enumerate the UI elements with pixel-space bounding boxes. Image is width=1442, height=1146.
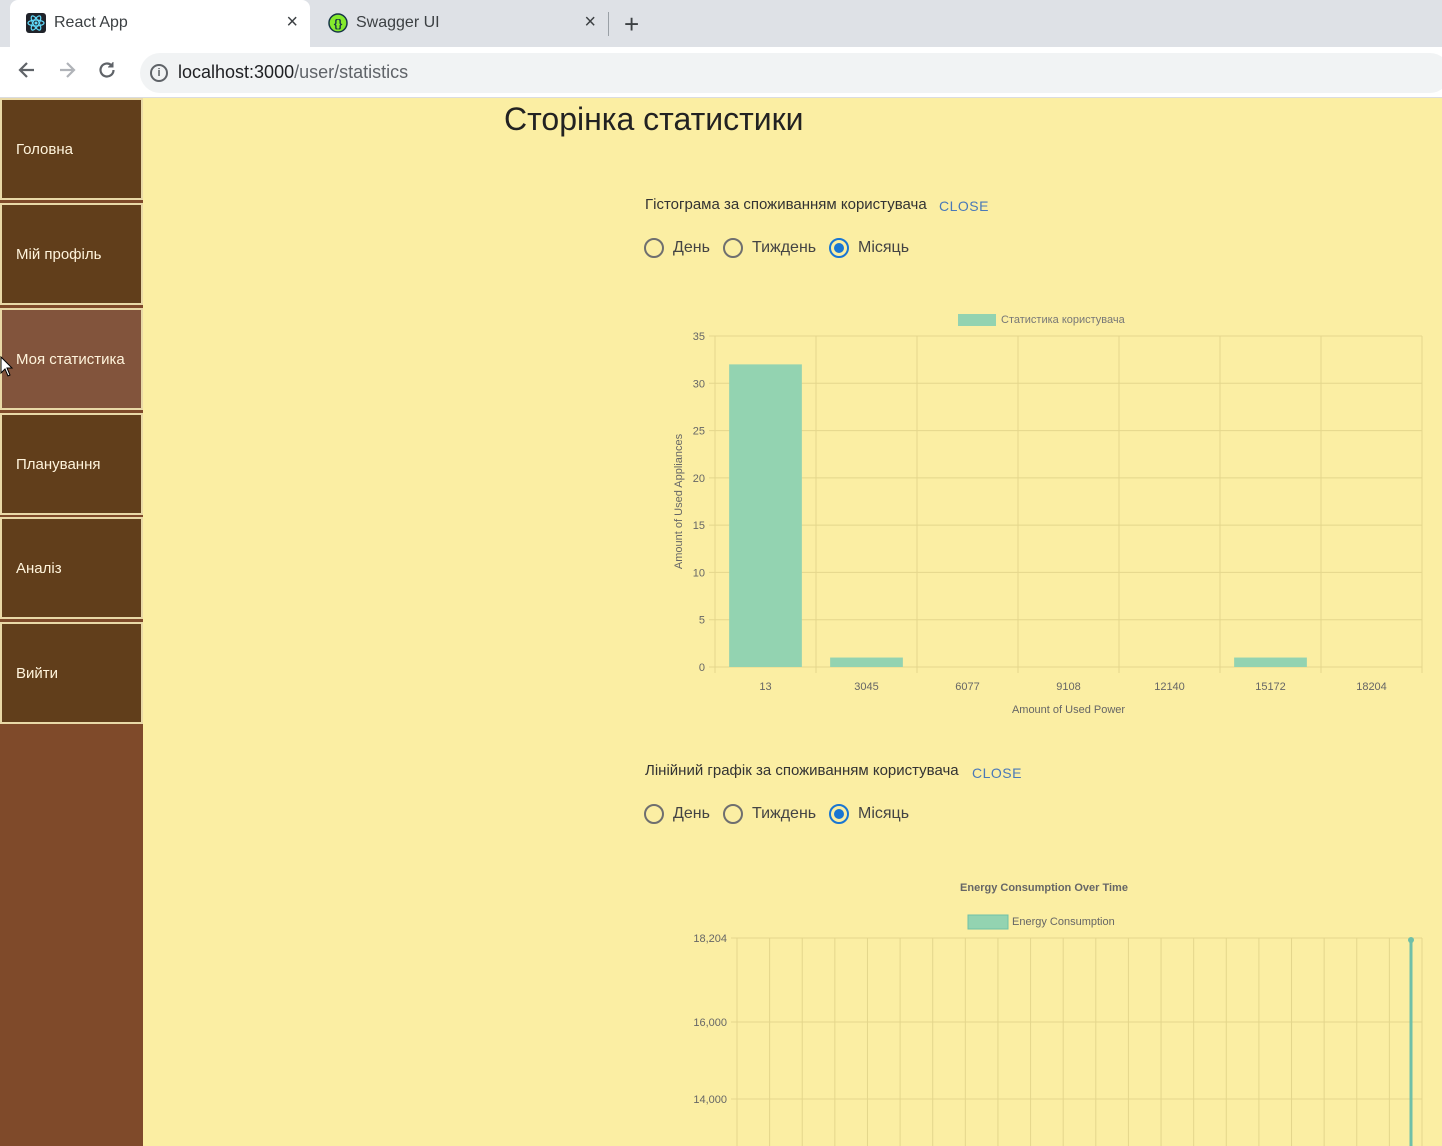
url-path: /user/statistics [294, 62, 409, 82]
line-radio-day[interactable]: День [644, 804, 710, 824]
cursor-icon [0, 356, 14, 377]
svg-text:{}: {} [334, 18, 343, 30]
sidebar-item-profile[interactable]: Мій профіль [0, 203, 143, 305]
radio-label: День [673, 239, 710, 256]
sidebar-item-home[interactable]: Головна [0, 98, 143, 200]
y-tick-label: 20 [693, 473, 705, 485]
legend-label: Статистика користувача [1001, 314, 1126, 326]
histogram-section-label: Гістограма за споживанням користувача [645, 196, 927, 213]
y-tick-label: 14,000 [693, 1094, 727, 1106]
new-tab-button[interactable]: + [624, 9, 639, 40]
radio-label: Тиждень [752, 239, 817, 256]
sidebar-item-label: Мій профіль [16, 245, 102, 263]
sidebar-item-label: Планування [16, 455, 101, 473]
sidebar-item-analysis[interactable]: Аналіз [0, 517, 143, 619]
sidebar-item-label: Моя статистика [16, 350, 125, 368]
histogram-chart: Статистика користувача 35 30 25 20 15 10 5 0 13 30… [673, 314, 1423, 716]
address-bar[interactable]: i localhost:3000/user/statistics [140, 53, 1442, 93]
data-point [1408, 937, 1414, 943]
y-axis-title: Amount of Used Appliances [673, 433, 685, 569]
y-tick-label: 25 [693, 426, 705, 438]
x-tick-label: 18204 [1356, 681, 1387, 693]
line-section-label: Лінійний графік за споживанням користува… [645, 762, 959, 779]
tab-title: React App [54, 14, 128, 31]
x-tick-label: 12140 [1154, 681, 1185, 693]
x-tick-label: 3045 [854, 681, 878, 693]
close-icon[interactable]: × [584, 11, 596, 34]
sidebar-item-planning[interactable]: Планування [0, 413, 143, 515]
line-chart: Energy Consumption Over Time Energy Cons… [693, 882, 1423, 1146]
sidebar-item-statistics[interactable]: Моя статистика [0, 308, 143, 410]
tab-react-app[interactable]: React App × [10, 0, 310, 47]
legend-swatch [958, 314, 996, 326]
sidebar-item-label: Вийти [16, 664, 59, 682]
x-tick-label: 15172 [1255, 681, 1286, 693]
radio-label: День [673, 805, 710, 822]
sidebar: Головна Мій профіль Моя статистика Плану… [0, 98, 143, 1146]
x-axis-title: Amount of Used Power [1012, 704, 1125, 716]
line-close-button[interactable]: CLOSE [972, 765, 1022, 781]
forward-arrow-icon[interactable] [56, 59, 78, 87]
bar [729, 364, 802, 667]
y-tick-label: 30 [693, 378, 705, 390]
radio-circle [723, 804, 743, 824]
radio-label: Тиждень [752, 805, 817, 822]
sidebar-item-label: Головна [16, 140, 73, 158]
sidebar-item-logout[interactable]: Вийти [0, 622, 143, 724]
y-tick-label: 5 [699, 615, 705, 627]
histogram-close-button[interactable]: CLOSE [939, 198, 989, 214]
browser-tab-bar: React App × {} Swagger UI × + [0, 0, 1442, 47]
histogram-radio-month[interactable]: Місяць [829, 238, 909, 258]
radio-circle-selected [829, 238, 849, 258]
tab-swagger-ui[interactable]: {} Swagger UI × [312, 0, 608, 47]
y-tick-label: 16,000 [693, 1017, 727, 1029]
browser-toolbar: i localhost:3000/user/statistics [0, 47, 1442, 98]
histogram-radio-week[interactable]: Тиждень [723, 238, 816, 258]
legend-label: Energy Consumption [1012, 916, 1115, 928]
bar [830, 657, 903, 667]
line-radio-week[interactable]: Тиждень [723, 804, 816, 824]
x-tick-label: 9108 [1056, 681, 1080, 693]
x-tick-label: 13 [759, 681, 771, 693]
tab-separator [608, 12, 609, 36]
x-tick-label: 6077 [955, 681, 979, 693]
line-radio-month[interactable]: Місяць [829, 804, 909, 824]
radio-circle [723, 238, 743, 258]
reload-icon[interactable] [96, 59, 118, 87]
bar [1234, 657, 1307, 667]
react-icon [26, 13, 46, 33]
y-tick-label: 10 [693, 567, 705, 579]
radio-label: Місяць [858, 239, 910, 256]
y-tick-label: 15 [693, 520, 705, 532]
line-chart-title: Energy Consumption Over Time [960, 882, 1128, 894]
page-title: Сторінка статистики [504, 101, 804, 137]
url-host: localhost:3000 [178, 62, 295, 82]
url-text: localhost:3000/user/statistics [178, 62, 408, 83]
radio-circle [644, 804, 664, 824]
y-tick-label: 18,204 [693, 933, 727, 945]
radio-circle [644, 238, 664, 258]
y-tick-label: 0 [699, 662, 705, 674]
legend-swatch [967, 914, 1009, 930]
swagger-icon: {} [328, 13, 348, 33]
radio-circle-selected [829, 804, 849, 824]
back-arrow-icon[interactable] [16, 59, 38, 87]
info-icon[interactable]: i [150, 64, 168, 82]
histogram-radio-day[interactable]: День [644, 238, 710, 258]
tab-title: Swagger UI [356, 14, 440, 31]
y-tick-label: 35 [693, 331, 705, 343]
radio-label: Місяць [858, 805, 910, 822]
close-icon[interactable]: × [286, 11, 298, 34]
sidebar-item-label: Аналіз [16, 559, 62, 577]
